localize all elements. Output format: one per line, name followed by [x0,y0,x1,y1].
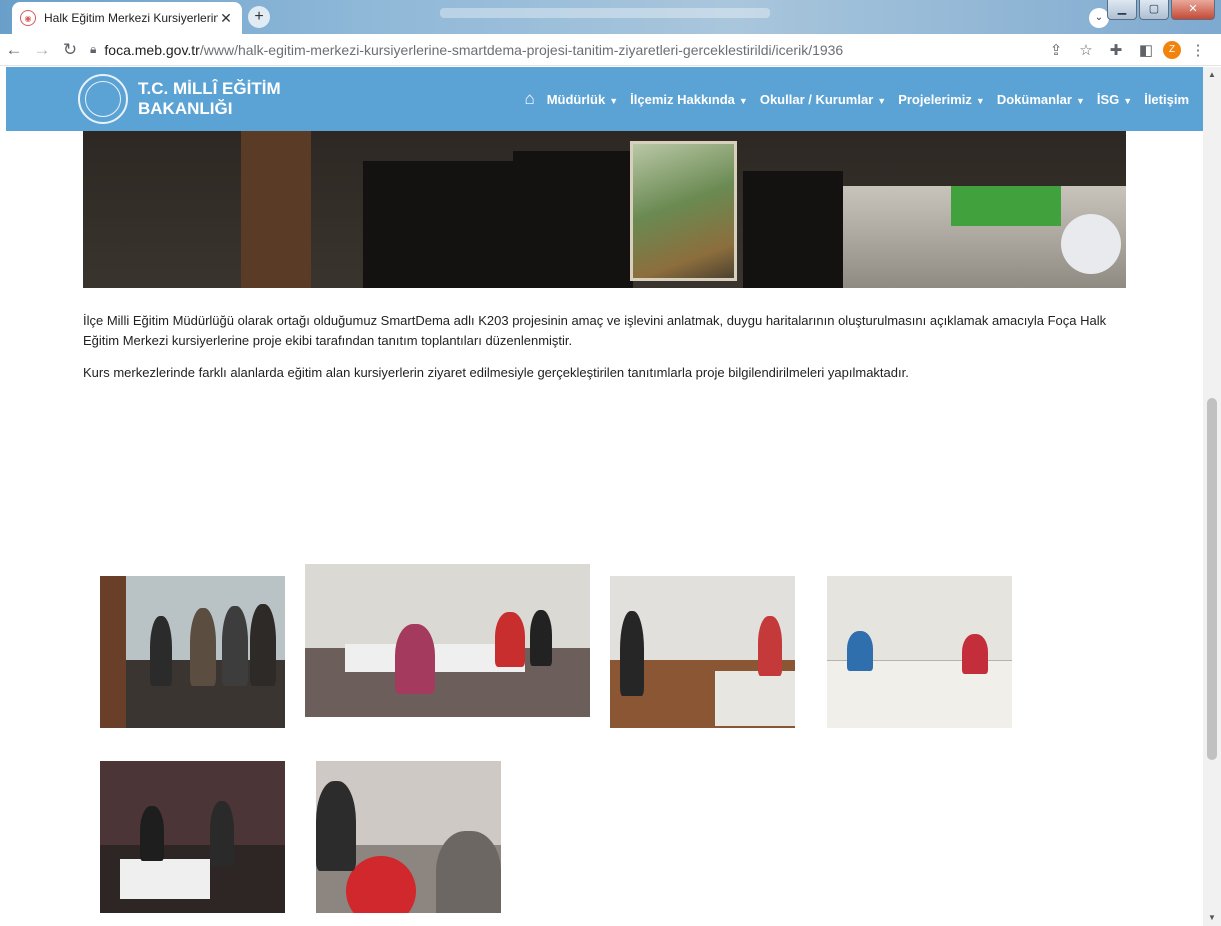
hero-chair [363,161,513,288]
menu-item-mudurluk[interactable]: Müdürlük ▼ [547,92,618,107]
new-tab-button[interactable]: + [248,6,270,28]
brand-title[interactable]: T.C. MİLLÎ EĞİTİM BAKANLIĞI [138,79,281,119]
window-title-strip [440,8,770,18]
caret-down-icon: ▼ [877,95,887,106]
photo-person [395,624,435,694]
caret-down-icon: ▼ [609,95,619,106]
tab-title: Halk Eğitim Merkezi Kursiyerlerin [44,11,218,25]
photo-person [250,604,276,686]
menu-label: Dokümanlar [996,91,1072,107]
forward-arrow-icon[interactable]: → [28,40,56,60]
menu-item-projelerimiz[interactable]: Projelerimiz ▼ [898,92,985,107]
menu-label: İlçemiz Hakkında [630,91,735,107]
hero-chair [743,171,843,288]
reload-icon[interactable]: ↻ [56,40,84,60]
photo-column [100,576,126,728]
gallery-photo-4[interactable] [827,576,1012,728]
hero-landscape-painting [630,141,737,281]
tab-search-chevron-icon[interactable]: ⌄ [1089,8,1109,28]
article-body: İlçe Milli Eğitim Müdürlüğü olarak ortağ… [83,311,1126,395]
brand-line-2: BAKANLIĞI [138,99,233,118]
photo-person [847,631,873,671]
scroll-up-icon[interactable]: ▲ [1203,67,1221,83]
gallery-photo-5[interactable] [100,761,285,913]
photo-table [120,859,210,899]
menu-label: Okullar / Kurumlar [759,91,874,107]
extensions-puzzle-icon[interactable]: ✚ [1103,41,1129,59]
tab-close-icon[interactable]: ✕ [218,10,234,27]
photo-person [150,616,172,686]
menu-label: Projelerimiz [898,91,972,107]
hero-chair [513,151,633,288]
meb-favicon-icon: ◉ [20,10,36,26]
gallery-photo-2[interactable] [305,564,590,717]
logo-emblem-icon [85,81,121,117]
browser-tab[interactable]: ◉ Halk Eğitim Merkezi Kursiyerlerin ✕ [12,2,242,34]
photo-person [210,801,234,866]
side-panel-icon[interactable]: ◧ [1133,41,1159,59]
address-bar[interactable]: 🔒︎ foca.meb.gov.tr/www/halk-egitim-merke… [90,36,1035,64]
caret-down-icon: ▼ [1123,95,1133,106]
photo-person [530,610,552,666]
menu-item-iletisim[interactable]: İletişim [1144,92,1189,107]
photo-person [436,831,501,913]
menu-label: İletişim [1144,91,1189,107]
hero-wood-post [241,131,311,288]
maximize-button[interactable]: ▢ [1139,0,1169,20]
gallery-photo-6[interactable] [316,761,501,913]
page-scrollbar[interactable]: ▲ ▼ [1203,67,1221,926]
gallery-photo-3[interactable] [610,576,795,728]
brand-line-1: T.C. MİLLÎ EĞİTİM [138,79,281,98]
menu-item-ilcemiz-hakkinda[interactable]: İlçemiz Hakkında ▼ [630,92,748,107]
photo-person [495,612,525,667]
back-arrow-icon[interactable]: ← [0,40,28,60]
article-paragraph-2: Kurs merkezlerinde farklı alanlarda eğit… [83,365,909,380]
meb-logo[interactable] [78,74,128,124]
minimize-button[interactable]: ▁ [1107,0,1137,20]
photo-person [190,608,216,686]
hero-green-basket [951,186,1061,226]
menu-label: Müdürlük [546,91,606,107]
browser-title-bar: ◉ Halk Eğitim Merkezi Kursiyerlerin ✕ + … [0,0,1221,34]
photo-person [620,611,644,696]
caret-down-icon: ▼ [1075,95,1085,106]
scroll-thumb[interactable] [1207,398,1217,760]
close-window-button[interactable]: ✕ [1171,0,1215,20]
site-header: T.C. MİLLÎ EĞİTİM BAKANLIĞI ⌂ Müdürlük ▼ … [6,67,1203,131]
home-icon[interactable]: ⌂ [524,89,534,109]
caret-down-icon: ▼ [738,95,748,106]
menu-label: İSG [1096,91,1120,107]
caret-down-icon: ▼ [975,95,985,106]
photo-person [758,616,782,676]
url-host: foca.meb.gov.tr [104,41,200,58]
photo-person [316,781,356,871]
menu-kebab-icon[interactable]: ⋮ [1185,41,1211,59]
scroll-down-icon[interactable]: ▼ [1203,910,1221,926]
profile-avatar[interactable]: Z [1163,40,1181,59]
article-paragraph-1: İlçe Milli Eğitim Müdürlüğü olarak ortağ… [83,313,1107,348]
page-viewport: T.C. MİLLÎ EĞİTİM BAKANLIĞI ⌂ Müdürlük ▼ … [0,67,1203,926]
hero-paper-roll [1061,214,1121,274]
menu-item-dokumanlar[interactable]: Dokümanlar ▼ [997,92,1085,107]
main-menu: ⌂ Müdürlük ▼ İlçemiz Hakkında ▼ Okullar / … [524,89,1189,109]
lock-icon: 🔒︎ [90,42,97,56]
url-path: /www/halk-egitim-merkezi-kursiyerlerine-… [199,41,844,58]
photo-person [962,634,988,674]
browser-toolbar: ← → ↻ 🔒︎ foca.meb.gov.tr/www/halk-egitim… [0,34,1221,66]
menu-item-isg[interactable]: İSG ▼ [1097,92,1132,107]
menu-item-okullar-kurumlar[interactable]: Okullar / Kurumlar ▼ [760,92,886,107]
photo-person [222,606,248,686]
hero-image [83,131,1126,288]
share-icon[interactable]: ⇪ [1043,41,1069,59]
photo-person [140,806,164,861]
photo-wall [100,761,285,845]
photo-table [715,671,795,726]
window-controls: ▁ ▢ ✕ [1107,0,1215,20]
bookmark-star-icon[interactable]: ☆ [1073,41,1099,59]
gallery-photo-1[interactable] [100,576,285,728]
